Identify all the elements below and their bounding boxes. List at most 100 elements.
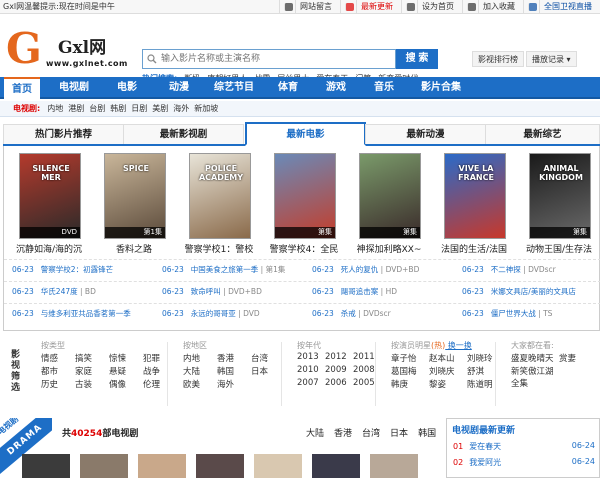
top-link[interactable]: 设为首页 (401, 0, 462, 13)
filter-type-item[interactable]: 伦理 (143, 378, 177, 391)
filter-year-item[interactable]: 2010 (297, 365, 325, 378)
subnav-item[interactable]: 新加坡 (194, 101, 218, 116)
filter-type-item[interactable]: 悬疑 (109, 365, 143, 378)
subnav-item[interactable]: 内地 (47, 101, 63, 116)
list-name[interactable]: 米娜文具店/美丽的文具店 (491, 287, 576, 296)
tv-thumb[interactable] (138, 454, 186, 478)
subnav-item[interactable]: 美剧 (152, 101, 168, 116)
filter-type-item[interactable]: 家庭 (75, 365, 109, 378)
tab-1[interactable]: 最新影视剧 (123, 124, 244, 144)
filter-region-item[interactable]: 台湾 (251, 352, 285, 365)
list-name[interactable]: 中国美食之旅第一季 (191, 265, 259, 274)
latest-name[interactable]: 爱在春天 (469, 442, 501, 451)
search-button[interactable]: 搜 索 (396, 49, 438, 69)
list-item[interactable]: 06-23 米娜文具店/美丽的文具店 (462, 286, 576, 297)
list-name[interactable]: 不二神探 (491, 265, 521, 274)
filter-type-item[interactable]: 搞笑 (75, 352, 109, 365)
poster-title[interactable]: 神探加利略XX~ (351, 242, 427, 255)
filter-type-item[interactable]: 犯罪 (143, 352, 177, 365)
nav-item[interactable]: 体育 (268, 77, 308, 99)
subnav-item[interactable]: 日剧 (131, 101, 147, 116)
tv-region-link[interactable]: 香港 (334, 426, 352, 439)
list-name[interactable]: 僵尸世界大战 (491, 309, 536, 318)
filter-type-item[interactable]: 历史 (41, 378, 75, 391)
poster-image[interactable]: POLICE ACADEMY (189, 153, 251, 239)
tv-region-link[interactable]: 日本 (390, 426, 408, 439)
top-link[interactable]: 全国卫视直播 (523, 0, 600, 13)
list-item[interactable]: 06-23 永远的哥哥亚 | DVD (162, 308, 260, 319)
filter-star-item[interactable]: 章子怡 (391, 352, 429, 365)
poster-image[interactable]: SPICE 第1集 (104, 153, 166, 239)
list-item[interactable]: 06-23 不二神探 | DVDscr (462, 264, 556, 275)
tab-4[interactable]: 最新综艺 (485, 124, 600, 144)
filter-region-item[interactable]: 大陆 (183, 365, 217, 378)
filter-year-item[interactable]: 2006 (325, 378, 353, 391)
filter-type-item[interactable]: 都市 (41, 365, 75, 378)
list-item[interactable]: 06-23 中国美食之旅第一季 | 第1集 (162, 264, 285, 275)
filter-star-item[interactable]: 舒淇 (467, 365, 505, 378)
nav-item[interactable]: 影片合集 (410, 77, 472, 99)
top-link[interactable]: 加入收藏 (462, 0, 523, 13)
tab-3[interactable]: 最新动漫 (365, 124, 486, 144)
nav-item[interactable]: 电视剧 (48, 77, 100, 99)
poster-image[interactable]: ANIMAL KINGDOM 第集 (529, 153, 591, 239)
list-item[interactable]: 06-23 飓哥追击案 | HD (312, 286, 397, 297)
subnav-item[interactable]: 海外 (173, 101, 189, 116)
filter-type-item[interactable]: 古装 (75, 378, 109, 391)
list-name[interactable]: 永远的哥哥亚 (191, 309, 236, 318)
list-name[interactable]: 致命呼叫 (191, 287, 221, 296)
list-name[interactable]: 飓哥追击案 (341, 287, 379, 296)
list-item[interactable]: 06-23 警察学校2：初露锋芒 (12, 264, 113, 275)
ranking-button[interactable]: 影视排行榜 (472, 51, 524, 67)
poster-image[interactable]: 第集 (359, 153, 421, 239)
history-button[interactable]: 播放记录 ▾ (526, 51, 577, 67)
filter-star-change[interactable]: 换一换 (445, 341, 472, 350)
list-name[interactable]: 与维多利亚共品香茗第一季 (41, 309, 131, 318)
filter-region-item[interactable]: 香港 (217, 352, 251, 365)
top-link[interactable]: 最新更新 (340, 0, 401, 13)
tv-thumb[interactable] (370, 454, 418, 478)
filter-type-item[interactable]: 惊悚 (109, 352, 143, 365)
latest-name[interactable]: 我爱阿光 (469, 458, 501, 467)
subnav-item[interactable]: 台剧 (89, 101, 105, 116)
filter-city-item[interactable]: 赏妻 (559, 352, 600, 365)
poster-title[interactable]: 动物王国/生存法 (521, 242, 597, 255)
filter-region-item[interactable]: 欧美 (183, 378, 217, 391)
nav-item[interactable]: 动漫 (156, 77, 202, 99)
tab-0[interactable]: 热门影片推荐 (3, 124, 124, 144)
filter-star-item[interactable]: 赵本山 (429, 352, 467, 365)
nav-item[interactable]: 电影 (104, 77, 150, 99)
nav-item[interactable]: 音乐 (364, 77, 404, 99)
filter-city-item[interactable]: 新笑傲江湖全集 (511, 365, 559, 389)
filter-year-item[interactable]: 2012 (325, 352, 353, 365)
filter-star-item[interactable]: 陈道明 (467, 378, 505, 391)
filter-star-item[interactable]: 刘晓庆 (429, 365, 467, 378)
filter-year-item[interactable]: 2005 (353, 378, 381, 391)
tv-thumb[interactable] (312, 454, 360, 478)
tv-thumb[interactable] (80, 454, 128, 478)
list-item[interactable]: 06-23 华氏247度 | BD (12, 286, 96, 297)
list-item[interactable]: 06-23 致命呼叫 | DVD+BD (162, 286, 262, 297)
filter-year-item[interactable]: 2013 (297, 352, 325, 365)
nav-item[interactable]: 首页 (4, 77, 40, 101)
filter-region-item[interactable]: 韩国 (217, 365, 251, 378)
list-item[interactable]: 06-23 死人的复仇 | DVD+BD (312, 264, 419, 275)
list-name[interactable]: 警察学校2：初露锋芒 (41, 265, 113, 274)
poster-image[interactable]: SILENCE MER DVD (19, 153, 81, 239)
tv-thumb[interactable] (22, 454, 70, 478)
poster-image[interactable]: 第集 (274, 153, 336, 239)
filter-region-item[interactable]: 海外 (217, 378, 251, 391)
list-item[interactable]: 06-23 杀戒 | DVDscr (312, 308, 391, 319)
filter-year-item[interactable]: 2007 (297, 378, 325, 391)
filter-city-item[interactable]: 盛夏晚晴天 (511, 352, 559, 365)
filter-region-item[interactable]: 内地 (183, 352, 217, 365)
poster-title[interactable]: 警察学校1：警校 (181, 242, 257, 255)
search-input[interactable] (161, 52, 391, 66)
poster-title[interactable]: 法国的生活/法国 (436, 242, 512, 255)
filter-type-item[interactable]: 战争 (143, 365, 177, 378)
tv-region-link[interactable]: 大陆 (306, 426, 324, 439)
filter-star-item[interactable]: 黎姿 (429, 378, 467, 391)
filter-year-item[interactable]: 2009 (325, 365, 353, 378)
filter-star-item[interactable]: 葛国梅 (391, 365, 429, 378)
list-item[interactable]: 06-23 与维多利亚共品香茗第一季 (12, 308, 131, 319)
